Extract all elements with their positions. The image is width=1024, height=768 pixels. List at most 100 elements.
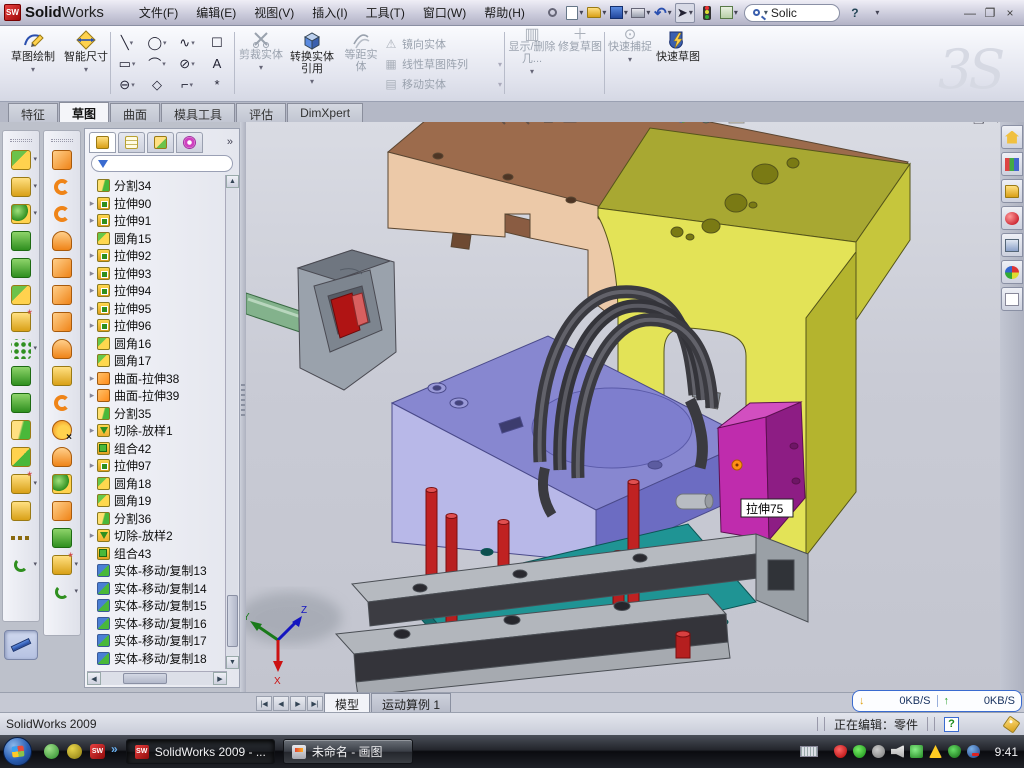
menu-视图(V)[interactable]: 视图(V): [245, 0, 303, 25]
doc-minimize-button[interactable]: —: [950, 122, 963, 127]
slot-icon[interactable]: ⊖▾: [112, 74, 142, 95]
tree-item-分割35[interactable]: 分割35: [87, 405, 225, 423]
doc-restore-button[interactable]: ❐: [973, 122, 985, 127]
quick-launch-overflow[interactable]: »: [111, 742, 118, 756]
tree-item-切除-放样2[interactable]: ▸切除-放样2: [87, 527, 225, 545]
expand-arrow-icon[interactable]: ▸: [87, 285, 97, 296]
expand-arrow-icon[interactable]: ▸: [87, 268, 97, 279]
filled-surface-button[interactable]: [47, 281, 77, 308]
tab-configuration-manager[interactable]: [147, 132, 174, 153]
offset-entities-button[interactable]: 等距实体: [340, 29, 382, 99]
dropdown-arrow-icon[interactable]: ▾: [74, 587, 78, 595]
scroll-thumb[interactable]: [227, 595, 238, 647]
replace-face-button[interactable]: [47, 443, 77, 470]
knit-surface-button[interactable]: [47, 497, 77, 524]
tab-评估[interactable]: 评估: [236, 103, 286, 122]
base-rails[interactable]: [336, 534, 808, 692]
tab-DimXpert[interactable]: DimXpert: [287, 103, 363, 122]
doc-tab-模型[interactable]: 模型: [324, 693, 370, 712]
mirror-entities-button[interactable]: ⚠镜向实体: [384, 34, 502, 54]
circle-icon[interactable]: ◯▾: [142, 32, 172, 53]
quick-tips-icon[interactable]: ?: [944, 717, 959, 732]
sketch-fillet-icon[interactable]: ⌐▾: [172, 74, 202, 95]
tray-shield-green-icon[interactable]: [853, 745, 866, 758]
expand-arrow-icon[interactable]: ▸: [87, 460, 97, 471]
taskpane-tab-home[interactable]: [1001, 125, 1023, 149]
draft-button[interactable]: [6, 281, 36, 308]
task-button-未命名 - 画图[interactable]: 未命名 - 画图: [283, 739, 413, 764]
menu-工具(T)[interactable]: 工具(T): [357, 0, 414, 25]
offset-surface-button[interactable]: [47, 335, 77, 362]
tree-item-切除-放样1[interactable]: ▸切除-放样1: [87, 422, 225, 440]
tree-item-拉伸95[interactable]: ▸拉伸95: [87, 300, 225, 318]
taskpane-tab-view-palette[interactable]: [1001, 233, 1023, 257]
tree-item-组合42[interactable]: 组合42: [87, 440, 225, 458]
freeform-button[interactable]: ▾: [47, 578, 77, 605]
chamfer-button[interactable]: [6, 227, 36, 254]
tree-item-拉伸97[interactable]: ▸拉伸97: [87, 457, 225, 475]
extruded-boss-button[interactable]: ▾: [6, 146, 36, 173]
tree-item-圆角15[interactable]: 圆角15: [87, 230, 225, 248]
convert-entities-button[interactable]: 转换实体引用▾: [286, 29, 338, 99]
scene-icon[interactable]: ▾: [729, 122, 752, 123]
dropdown-arrow-icon[interactable]: ▾: [33, 560, 37, 568]
delete-face-button[interactable]: [47, 416, 77, 443]
tree-tabs-overflow[interactable]: »: [227, 136, 233, 148]
shell-button[interactable]: [6, 254, 36, 281]
menu-窗口(W)[interactable]: 窗口(W): [414, 0, 475, 25]
smart-dimension-button[interactable]: 智能尺寸▾: [62, 29, 110, 99]
rebuild-icon[interactable]: [697, 3, 717, 23]
mirror-feature-button[interactable]: [6, 389, 36, 416]
toolbar-grab-handle[interactable]: [51, 139, 73, 142]
insert-part-button[interactable]: ▾: [6, 470, 36, 497]
undo-button[interactable]: ↶▾: [653, 3, 673, 23]
tray-audio-icon[interactable]: [891, 745, 904, 758]
tree-item-拉伸92[interactable]: ▸拉伸92: [87, 247, 225, 265]
locating-peg[interactable]: [676, 494, 713, 509]
boundary-surface-button[interactable]: [47, 254, 77, 281]
dropdown-arrow-icon[interactable]: ▾: [33, 344, 37, 352]
stripper-insert[interactable]: [298, 250, 396, 390]
insert-surface-button[interactable]: ▾: [47, 551, 77, 578]
text-icon[interactable]: A: [202, 53, 232, 74]
scroll-thumb[interactable]: [123, 673, 167, 684]
quick-launch-messenger[interactable]: [44, 744, 59, 759]
task-button-SolidWorks 2009 - ...[interactable]: SWSolidWorks 2009 - ...: [126, 739, 275, 764]
scroll-right-button[interactable]: ▶: [213, 672, 227, 685]
tree-item-圆角19[interactable]: 圆角19: [87, 492, 225, 510]
tree-item-实体-移动/复制16[interactable]: 实体-移动/复制16: [87, 615, 225, 633]
graphics-viewport[interactable]: Y Z X ▾ ▾ ▾ ▾ ▾: [246, 122, 1000, 692]
tree-vertical-scrollbar[interactable]: ▲ ▼: [225, 175, 238, 669]
scroll-down-button[interactable]: ▼: [226, 656, 239, 669]
tree-item-拉伸96[interactable]: ▸拉伸96: [87, 317, 225, 335]
open-button[interactable]: ▾: [587, 3, 607, 23]
doc-nav-2[interactable]: ▶: [290, 696, 306, 711]
tree-item-实体-移动/复制17[interactable]: 实体-移动/复制17: [87, 632, 225, 650]
menu-编辑(E)[interactable]: 编辑(E): [187, 0, 245, 25]
start-button[interactable]: [3, 737, 32, 766]
menu-插入(I)[interactable]: 插入(I): [303, 0, 356, 25]
search-input[interactable]: ▾ Solic: [744, 4, 840, 22]
trim-entities-button[interactable]: 剪裁实体▾: [238, 29, 284, 99]
tab-模具工具[interactable]: 模具工具: [161, 103, 235, 122]
repair-sketch-button[interactable]: ＋ 修复草图: [558, 29, 602, 99]
linear-pattern-button[interactable]: ▾: [6, 335, 36, 362]
doc-nav-1[interactable]: ◀: [273, 696, 289, 711]
doc-nav-3[interactable]: ▶|: [307, 696, 323, 711]
extruded-cut-button[interactable]: ▾: [6, 173, 36, 200]
tags-icon[interactable]: [1002, 715, 1020, 733]
tree-item-拉伸94[interactable]: ▸拉伸94: [87, 282, 225, 300]
selection-box-icon[interactable]: ☐: [202, 32, 232, 53]
close-button[interactable]: ×: [1001, 5, 1019, 21]
tray-shield-plus-icon[interactable]: [948, 745, 961, 758]
tray-sync-icon[interactable]: [910, 745, 923, 758]
expand-arrow-icon[interactable]: ▸: [87, 320, 97, 331]
tree-item-圆角18[interactable]: 圆角18: [87, 475, 225, 493]
menu-文件(F)[interactable]: 文件(F): [130, 0, 187, 25]
revolved-surface-button[interactable]: [47, 173, 77, 200]
quick-snaps-button[interactable]: ⊙ 快速捕捉▾: [608, 29, 652, 99]
point-icon[interactable]: *: [202, 74, 232, 95]
minimize-button[interactable]: —: [961, 5, 979, 21]
dropdown-arrow-icon[interactable]: ▾: [33, 182, 37, 190]
tray-blocked-icon[interactable]: [967, 745, 980, 758]
